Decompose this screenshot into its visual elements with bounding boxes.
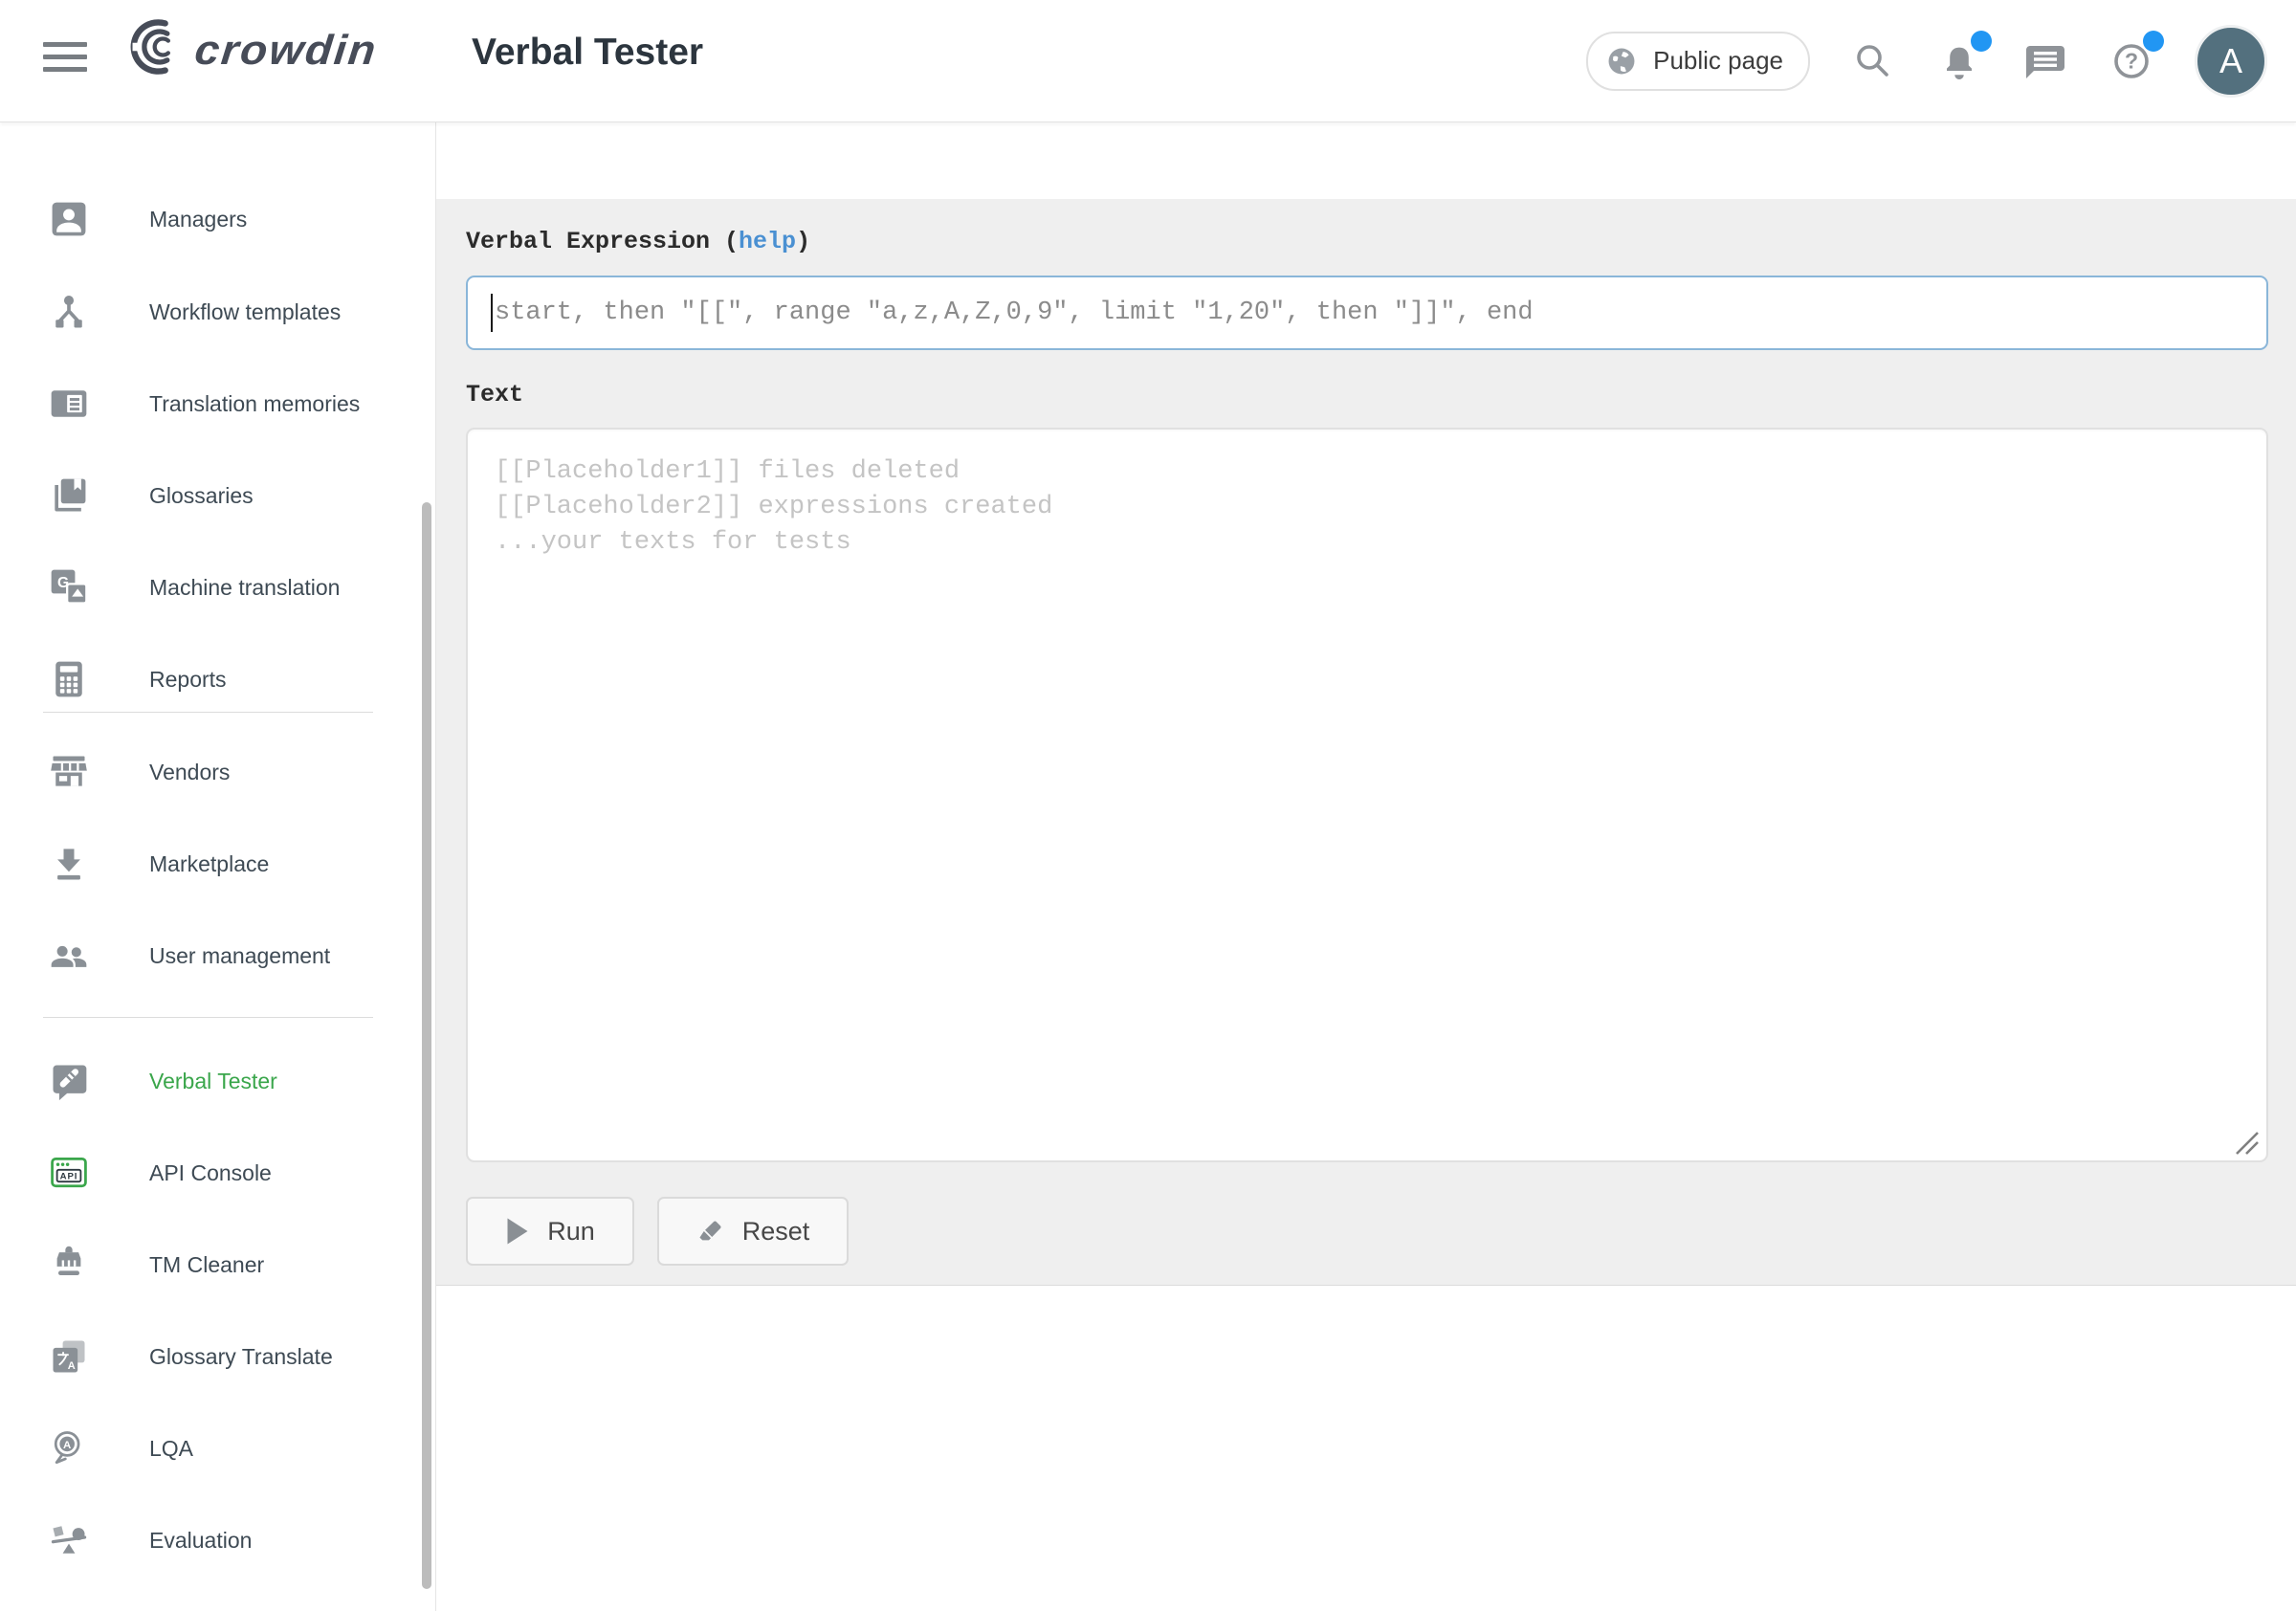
tm-cleaner-icon (48, 1244, 90, 1286)
resize-handle-icon[interactable] (2231, 1127, 2262, 1158)
sidebar-item-api-console[interactable]: API API Console (0, 1127, 435, 1219)
avatar[interactable]: A (2195, 25, 2267, 98)
machine-translation-icon: G (48, 566, 90, 608)
public-page-button[interactable]: Public page (1586, 32, 1810, 91)
reset-button[interactable]: Reset (657, 1197, 849, 1266)
crowdin-logo[interactable]: crowdin (124, 17, 377, 81)
expression-input[interactable] (466, 276, 2268, 350)
run-button-label: Run (547, 1217, 595, 1247)
reset-button-label: Reset (742, 1217, 810, 1247)
sidebar-item-verbal-tester[interactable]: Verbal Tester (0, 1035, 435, 1127)
notifications-button[interactable] (1936, 38, 1982, 84)
eraser-icon (696, 1217, 725, 1246)
sidebar-item-marketplace[interactable]: Marketplace (0, 818, 435, 910)
play-icon (505, 1217, 530, 1246)
sidebar-item-label: Translation memories (149, 391, 360, 417)
sidebar-item-label: Vendors (149, 760, 230, 785)
sidebar-item-label: User management (149, 943, 330, 969)
sidebar-item-managers[interactable]: Managers (0, 173, 435, 265)
sidebar-item-label: Glossaries (149, 483, 254, 509)
workflow-icon (48, 291, 90, 333)
sidebar-item-label: TM Cleaner (149, 1252, 264, 1278)
expression-label-close: ) (796, 228, 810, 255)
sidebar-item-vendors[interactable]: Vendors (0, 726, 435, 818)
avatar-letter: A (2219, 41, 2242, 81)
sidebar-divider (43, 1017, 373, 1018)
text-input[interactable] (466, 428, 2268, 1162)
sidebar-divider (43, 712, 373, 713)
sidebar-item-lqa[interactable]: A LQA (0, 1402, 435, 1494)
sidebar-item-user-management[interactable]: User management (0, 910, 435, 1002)
api-console-icon: API (48, 1152, 90, 1194)
evaluation-icon (48, 1519, 90, 1561)
sidebar-item-workflow-templates[interactable]: Workflow templates (0, 266, 435, 358)
run-button[interactable]: Run (466, 1197, 634, 1266)
sidebar-item-label: Workflow templates (149, 299, 341, 325)
help-button[interactable]: ? (2108, 38, 2154, 84)
verbal-tester-icon (48, 1060, 90, 1102)
translation-memory-icon (48, 383, 90, 425)
crowdin-wordmark: crowdin (192, 25, 380, 74)
sidebar-item-label: Evaluation (149, 1528, 252, 1554)
user-management-icon (48, 935, 90, 977)
text-label: Text (466, 381, 523, 408)
search-icon (1850, 38, 1896, 84)
messages-button[interactable] (2022, 38, 2068, 84)
sidebar-item-label: Glossary Translate (149, 1344, 333, 1370)
sidebar-item-label: Marketplace (149, 851, 269, 877)
sidebar-item-label: Verbal Tester (149, 1069, 277, 1094)
top-bar: crowdin Verbal Tester Public page (0, 0, 2296, 122)
sidebar-scrollbar-thumb[interactable] (422, 502, 431, 1589)
app-window: crowdin Verbal Tester Public page (0, 0, 2296, 1611)
glossary-translate-icon: A (48, 1335, 90, 1378)
sidebar-item-label: Managers (149, 207, 247, 232)
hamburger-menu-button[interactable] (43, 39, 91, 81)
marketplace-icon (48, 843, 90, 885)
sidebar-item-label: Machine translation (149, 575, 340, 601)
sidebar-item-evaluation[interactable]: Evaluation (0, 1494, 435, 1586)
svg-text:?: ? (2125, 48, 2138, 73)
chat-icon (2022, 38, 2068, 84)
page-title: Verbal Tester (472, 32, 703, 74)
crowdin-bird-icon (124, 17, 186, 81)
header-actions: Public page (1586, 0, 2267, 121)
text-cursor (491, 294, 493, 332)
lqa-icon: A (48, 1427, 90, 1469)
sidebar-item-glossaries[interactable]: Glossaries (0, 450, 435, 541)
vendors-icon (48, 751, 90, 793)
sidebar-item-label: Reports (149, 667, 227, 693)
search-button[interactable] (1850, 38, 1896, 84)
svg-text:A: A (63, 1440, 71, 1451)
svg-text:API: API (60, 1171, 78, 1181)
sidebar: Managers Workflow templates (0, 122, 436, 1611)
reports-icon (48, 658, 90, 700)
expression-label: Verbal Expression (help) (466, 228, 810, 255)
help-link[interactable]: help (739, 228, 796, 255)
sidebar-item-label: LQA (149, 1436, 193, 1462)
help-badge (2143, 31, 2164, 52)
public-page-label: Public page (1653, 46, 1783, 76)
glossaries-icon (48, 474, 90, 517)
sidebar-item-tm-cleaner[interactable]: TM Cleaner (0, 1219, 435, 1311)
expression-label-text: Verbal Expression ( (466, 228, 739, 255)
globe-icon (1603, 43, 1640, 79)
sidebar-item-machine-translation[interactable]: G Machine translation (0, 541, 435, 633)
notifications-badge (1971, 31, 1992, 52)
sidebar-item-translation-memories[interactable]: Translation memories (0, 358, 435, 450)
svg-text:A: A (68, 1360, 76, 1372)
person-badge-icon (48, 198, 90, 240)
sidebar-item-glossary-translate[interactable]: A Glossary Translate (0, 1311, 435, 1402)
sidebar-item-label: API Console (149, 1160, 272, 1186)
